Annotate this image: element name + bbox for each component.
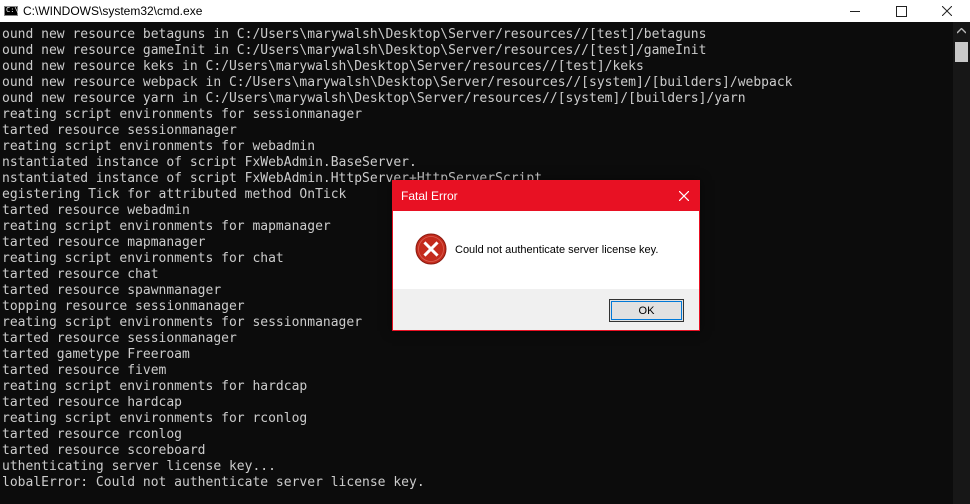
console-line: ound new resource webpack in C:/Users\ma… bbox=[2, 75, 793, 90]
console-scrollbar[interactable] bbox=[953, 22, 970, 504]
window-title: C:\WINDOWS\system32\cmd.exe bbox=[23, 4, 203, 18]
chevron-up-icon bbox=[957, 27, 966, 33]
dialog-message: Could not authenticate server license ke… bbox=[455, 244, 659, 256]
console-line: tarted resource sessionmanager bbox=[2, 123, 237, 138]
console-line: uthenticating server license key... bbox=[2, 459, 276, 474]
maximize-icon bbox=[895, 5, 907, 17]
dialog-footer: OK bbox=[393, 289, 699, 330]
console-line: tarted resource rconlog bbox=[2, 427, 183, 442]
dialog-close-button[interactable] bbox=[669, 181, 699, 211]
console-line: ound new resource yarn in C:/Users\maryw… bbox=[2, 91, 746, 106]
dialog-title: Fatal Error bbox=[401, 189, 458, 203]
minimize-icon bbox=[850, 10, 860, 12]
console-line: ound new resource keks in C:/Users\maryw… bbox=[2, 59, 644, 74]
close-button[interactable] bbox=[924, 0, 970, 22]
scroll-up-button[interactable] bbox=[953, 22, 970, 39]
dialog-body: Could not authenticate server license ke… bbox=[393, 211, 699, 289]
console-line: ound new resource betaguns in C:/Users\m… bbox=[2, 27, 707, 42]
console-line: nstantiated instance of script FxWebAdmi… bbox=[2, 155, 417, 170]
console-line: reating script environments for rconlog bbox=[2, 411, 308, 426]
dialog-titlebar[interactable]: Fatal Error bbox=[393, 181, 699, 211]
console-line: tarted resource scoreboard bbox=[2, 443, 206, 458]
error-icon bbox=[415, 233, 447, 265]
minimize-button[interactable] bbox=[832, 0, 878, 22]
maximize-button[interactable] bbox=[878, 0, 924, 22]
console-line: tarted resource hardcap bbox=[2, 395, 183, 410]
cmd-icon-label: C:\ bbox=[6, 6, 19, 14]
console-line: reating script environments for sessionm… bbox=[2, 107, 363, 122]
console-line: tarted gametype Freeroam bbox=[2, 347, 190, 362]
console-line: lobalError: Could not authenticate serve… bbox=[2, 475, 425, 490]
console-line: reating script environments for hardcap bbox=[2, 379, 308, 394]
fatal-error-dialog: Fatal Error Could not authenticate serve… bbox=[392, 180, 700, 331]
scroll-thumb[interactable] bbox=[955, 42, 968, 62]
ok-button[interactable]: OK bbox=[609, 299, 684, 322]
cmd-icon: C:\ bbox=[4, 6, 19, 16]
console-line: tarted resource fivem bbox=[2, 363, 167, 378]
console-line: reating script environments for webadmin bbox=[2, 139, 316, 154]
window-titlebar[interactable]: C:\ C:\WINDOWS\system32\cmd.exe bbox=[0, 0, 970, 22]
close-icon bbox=[942, 6, 952, 16]
close-icon bbox=[679, 191, 689, 201]
console-line: tarted resource sessionmanager bbox=[2, 331, 237, 346]
console-line: ound new resource gameInit in C:/Users\m… bbox=[2, 43, 707, 58]
